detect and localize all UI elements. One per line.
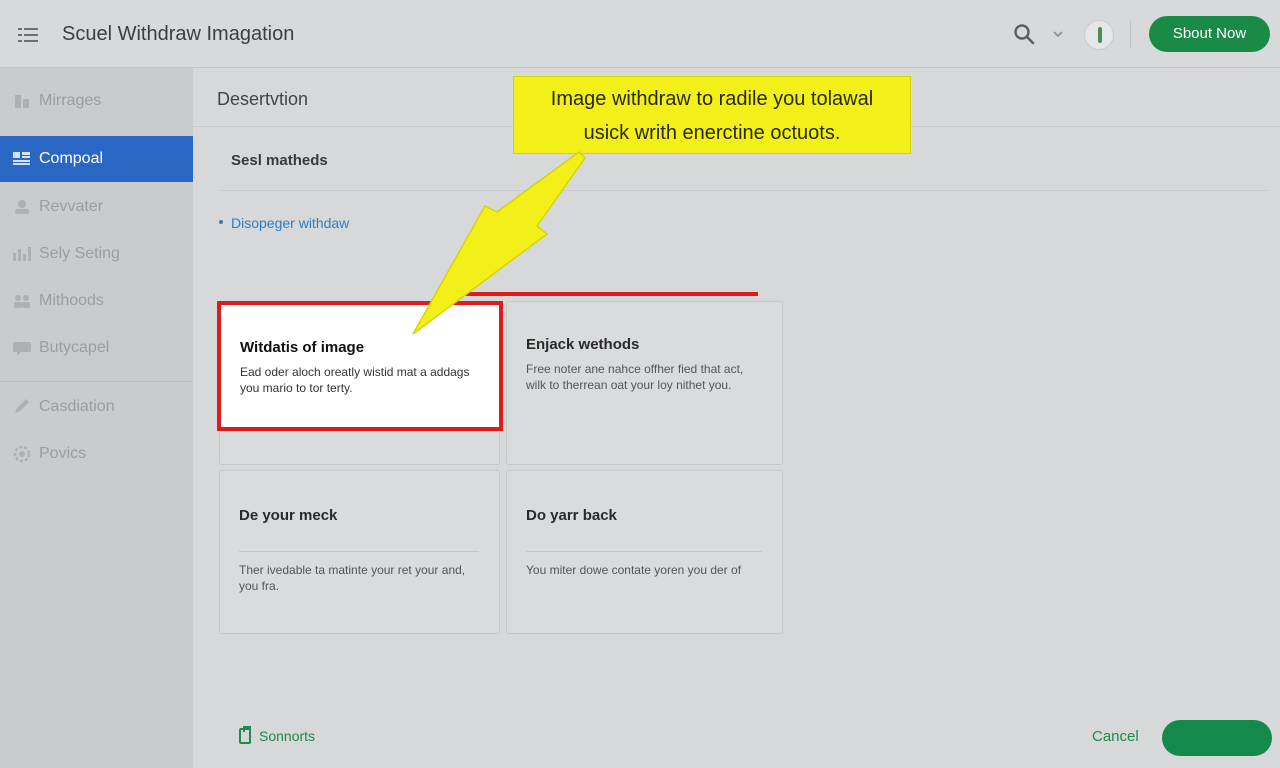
submit-button[interactable] (1162, 720, 1272, 756)
app-title: Scuel Withdraw Imagation (62, 23, 295, 45)
people-icon (12, 292, 32, 310)
sidebar: Mirrages Compoal Revvater Sely Seting Mi… (0, 68, 201, 768)
card-title: Do yarr back (526, 507, 617, 524)
sidebar-item-butycapel[interactable]: Butycapel (0, 325, 193, 371)
sbout-now-button[interactable]: Sbout Now (1149, 16, 1270, 52)
sidebar-item-compoal[interactable]: Compoal (0, 136, 201, 182)
annotation-callout: Image withdraw to radile you tolawal usi… (513, 76, 911, 154)
top-bar: Scuel Withdraw Imagation Sbout Now (0, 0, 1280, 68)
top-divider (1130, 20, 1131, 48)
sidebar-item-sely-seting[interactable]: Sely Seting (0, 231, 193, 277)
sidebar-item-revvater[interactable]: Revvater (0, 184, 193, 230)
pencil-icon (12, 398, 32, 416)
footer-link-label: Sonnorts (259, 728, 316, 744)
sidebar-item-label: Mithoods (39, 292, 104, 309)
sonnorts-link[interactable]: Sonnorts (239, 726, 316, 744)
disopeger-withdaw-link[interactable]: Disopeger withdaw (219, 215, 349, 231)
sub-divider (219, 190, 1269, 191)
link-label: Disopeger withdaw (231, 215, 350, 231)
grid-icon (12, 150, 32, 168)
sidebar-item-label: Compoal (39, 150, 104, 167)
chat-icon (12, 339, 32, 357)
callout-line-2: usick writh enerctine octuots. (583, 122, 841, 144)
sidebar-item-label: Sely Seting (39, 245, 120, 262)
annotation-arrow-icon (412, 151, 586, 335)
sidebar-item-label: Casdiation (39, 398, 115, 415)
callout-line-1: Image withdraw to radile you tolawal (550, 88, 874, 110)
clipboard-icon (239, 726, 251, 744)
building-icon (12, 92, 32, 110)
sidebar-item-povics[interactable]: Povics (0, 431, 193, 477)
sub-title: Sesl matheds (231, 152, 328, 169)
card-divider (239, 551, 479, 552)
sidebar-item-casdiation[interactable]: Casdiation (0, 384, 193, 430)
chevron-down-icon[interactable] (1050, 26, 1066, 42)
user-icon (12, 198, 32, 216)
sidebar-item-label: Butycapel (39, 339, 110, 356)
search-icon[interactable] (1012, 22, 1036, 46)
card-divider (526, 551, 762, 552)
menu-icon[interactable] (16, 24, 40, 46)
card-de-your-meck[interactable]: De your meck Ther ivedable ta matinte yo… (219, 470, 500, 634)
bullet-icon (219, 220, 223, 225)
card-do-yarr-back[interactable]: Do yarr back You miter dowe contate yore… (506, 470, 783, 634)
sidebar-item-label: Povics (39, 445, 87, 462)
card-description: You miter dowe contate yoren you der of (526, 563, 742, 577)
sidebar-item-label: Mirrages (39, 92, 102, 109)
card-title: Witdatis of image (240, 339, 365, 356)
avatar[interactable] (1084, 20, 1114, 50)
avatar-mark-icon (1098, 27, 1102, 43)
main-content: Desertvtion Sesl matheds Disopeger withd… (193, 68, 1280, 768)
card-description: Ead oder aloch oreatly wistid mat a adda… (240, 365, 470, 395)
sidebar-item-label: Revvater (39, 198, 104, 215)
card-description: Free noter ane nahce offher fied that ac… (526, 362, 744, 392)
gear-icon (12, 445, 32, 463)
sidebar-item-mithoods[interactable]: Mithoods (0, 278, 193, 324)
sidebar-divider (0, 381, 193, 382)
chart-icon (12, 245, 32, 263)
card-title: De your meck (239, 507, 338, 524)
cancel-button[interactable]: Cancel (1092, 728, 1139, 745)
sidebar-item-mirrages[interactable]: Mirrages (0, 78, 193, 124)
card-description: Ther ivedable ta matinte your ret your a… (239, 563, 466, 593)
section-title: Desertvtion (217, 89, 309, 109)
